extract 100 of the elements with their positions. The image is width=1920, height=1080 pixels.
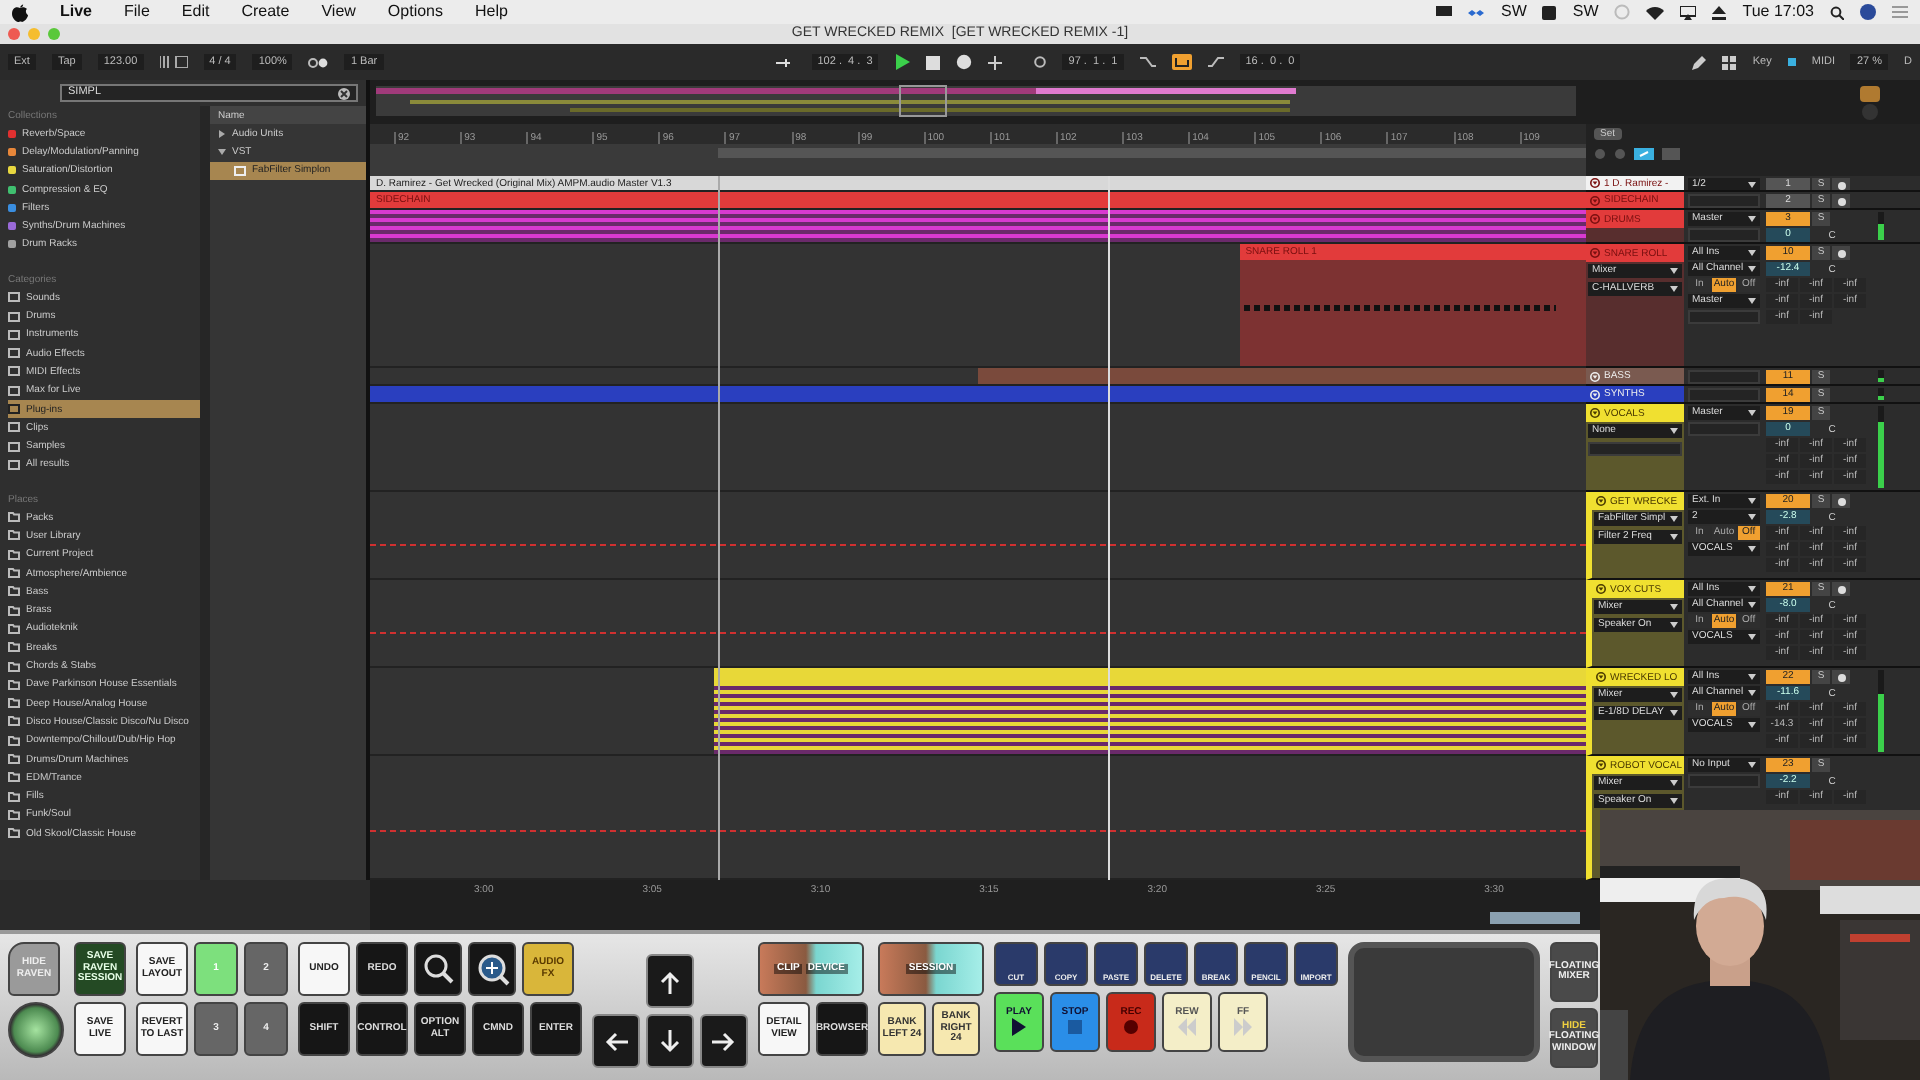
arm-button[interactable] bbox=[1832, 582, 1850, 596]
zoom-button[interactable] bbox=[414, 942, 462, 996]
caret-icon bbox=[1748, 602, 1756, 608]
caret-icon bbox=[1670, 798, 1678, 804]
caret-icon bbox=[1748, 498, 1756, 504]
arm-button[interactable] bbox=[1832, 246, 1850, 260]
empty-field[interactable] bbox=[1588, 442, 1682, 456]
empty-field[interactable] bbox=[1688, 774, 1760, 788]
right-arrow-icon bbox=[712, 1029, 736, 1053]
stop-icon bbox=[1066, 1018, 1084, 1037]
caret-icon bbox=[1748, 546, 1756, 552]
fold-icon[interactable] bbox=[1590, 178, 1600, 188]
caret-icon bbox=[1748, 216, 1756, 222]
play-icon[interactable] bbox=[894, 54, 911, 70]
punch-out-icon[interactable] bbox=[1207, 56, 1224, 68]
scrollbar-thumb[interactable] bbox=[1490, 912, 1580, 924]
menu-item[interactable]: View bbox=[321, 2, 356, 22]
arm-button[interactable] bbox=[1832, 494, 1850, 508]
empty-field[interactable] bbox=[1688, 228, 1760, 242]
arrow-key[interactable] bbox=[646, 1014, 694, 1068]
nudge-icon[interactable] bbox=[159, 56, 188, 68]
play-icon bbox=[1010, 1018, 1028, 1037]
punch-in-icon[interactable] bbox=[1139, 56, 1156, 68]
fold-icon[interactable] bbox=[1596, 672, 1606, 682]
zoom-button[interactable] bbox=[468, 942, 516, 996]
arrow-key[interactable] bbox=[592, 1014, 640, 1068]
menu-item[interactable]: Help bbox=[475, 2, 508, 22]
clear-icon[interactable] bbox=[338, 87, 350, 99]
caret-icon bbox=[1748, 410, 1756, 416]
caret-icon bbox=[1748, 634, 1756, 640]
plus-icon[interactable] bbox=[988, 55, 1003, 69]
arm-button[interactable] bbox=[1832, 178, 1850, 190]
automation-line[interactable] bbox=[370, 631, 1586, 634]
cloud-icon[interactable] bbox=[1468, 5, 1485, 19]
caret-icon bbox=[1748, 298, 1756, 304]
status-text[interactable]: SW bbox=[1572, 2, 1599, 22]
left-arrow-icon bbox=[604, 1029, 628, 1053]
wifi-icon[interactable] bbox=[1646, 5, 1665, 19]
loop-icon[interactable] bbox=[1171, 54, 1192, 70]
caret-icon bbox=[1670, 428, 1678, 434]
clip[interactable] bbox=[714, 668, 1586, 754]
logo-icon bbox=[12, 3, 28, 21]
expanded-arrow-icon[interactable] bbox=[218, 147, 226, 156]
power-knob[interactable] bbox=[8, 1002, 64, 1058]
indicator-icon bbox=[1787, 58, 1796, 66]
empty-field[interactable] bbox=[1688, 310, 1760, 324]
circle-icon[interactable] bbox=[1034, 56, 1047, 68]
arrow-key[interactable] bbox=[646, 954, 694, 1008]
rewind-icon bbox=[1178, 1018, 1196, 1037]
grid-icon[interactable] bbox=[1722, 55, 1737, 69]
caret-icon bbox=[1748, 762, 1756, 768]
automation-line[interactable] bbox=[370, 829, 1586, 832]
plugin-icon bbox=[234, 165, 246, 176]
automation-line[interactable] bbox=[370, 543, 1586, 546]
stop-icon[interactable] bbox=[926, 55, 941, 69]
airplay-icon[interactable] bbox=[1680, 5, 1697, 19]
menu-item[interactable]: Edit bbox=[181, 2, 210, 22]
fold-icon[interactable] bbox=[1590, 408, 1600, 418]
fold-icon[interactable] bbox=[1596, 496, 1606, 506]
status-text[interactable]: SW bbox=[1500, 2, 1527, 22]
display-icon[interactable] bbox=[1436, 6, 1453, 18]
clip[interactable] bbox=[978, 368, 1586, 384]
up-arrow-icon bbox=[658, 969, 682, 993]
caret-icon bbox=[1748, 690, 1756, 696]
caret-icon bbox=[1670, 286, 1678, 292]
follow-icon[interactable] bbox=[775, 57, 796, 67]
user-avatar-icon[interactable] bbox=[1860, 4, 1876, 20]
caret-icon bbox=[1748, 514, 1756, 520]
empty-field[interactable] bbox=[1688, 422, 1760, 436]
caret-icon bbox=[1670, 604, 1678, 610]
pencil-icon[interactable] bbox=[1692, 55, 1707, 69]
caret-icon bbox=[1670, 268, 1678, 274]
arm-button[interactable] bbox=[1832, 194, 1850, 208]
menu-clock[interactable]: Tue 17:03 bbox=[1742, 2, 1814, 22]
caret-icon bbox=[1670, 622, 1678, 628]
down-arrow-icon bbox=[658, 1029, 682, 1053]
caret-icon bbox=[1670, 780, 1678, 786]
menu-item[interactable]: File bbox=[124, 2, 150, 22]
caret-icon bbox=[1670, 710, 1678, 716]
zoom-in-icon bbox=[475, 952, 509, 986]
caret-icon bbox=[1748, 266, 1756, 272]
close-button[interactable] bbox=[8, 28, 20, 40]
fold-icon[interactable] bbox=[1596, 760, 1606, 770]
search-icon[interactable] bbox=[1830, 5, 1844, 19]
arrow-key[interactable] bbox=[700, 1014, 748, 1068]
app-menu[interactable]: Live bbox=[60, 2, 93, 22]
record-icon bbox=[1122, 1018, 1140, 1037]
arm-button[interactable] bbox=[1832, 670, 1850, 684]
menu-item[interactable]: Create bbox=[241, 2, 290, 22]
record-icon[interactable] bbox=[956, 54, 973, 70]
collapsed-arrow-icon[interactable] bbox=[218, 129, 226, 138]
fold-icon[interactable] bbox=[1596, 584, 1606, 594]
caret-icon bbox=[1748, 722, 1756, 728]
eject-icon[interactable] bbox=[1712, 5, 1727, 19]
caret-icon bbox=[1670, 692, 1678, 698]
metronome-icon[interactable] bbox=[308, 57, 329, 67]
caret-icon bbox=[1748, 182, 1756, 188]
zoom-out-icon bbox=[421, 952, 455, 986]
caret-icon bbox=[1748, 250, 1756, 256]
menu-item[interactable]: Options bbox=[387, 2, 443, 22]
